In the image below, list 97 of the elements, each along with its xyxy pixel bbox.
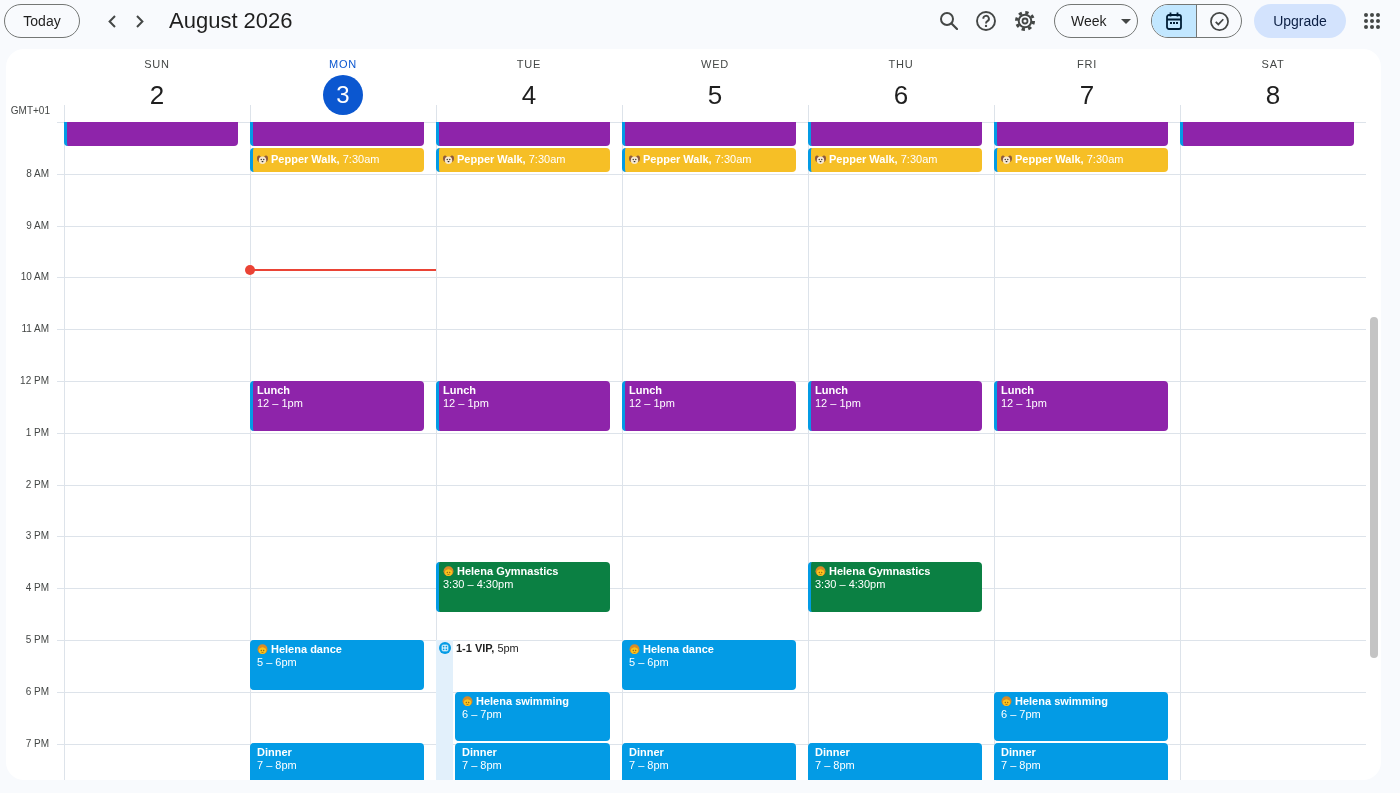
caret-icon	[1120, 18, 1131, 24]
upgrade-button[interactable]: Upgrade	[1254, 4, 1346, 38]
scrollbar-thumb[interactable]	[1370, 317, 1378, 658]
view-toggle-button[interactable]	[1152, 5, 1196, 37]
appointment-label[interactable]: 1-1 VIP, 5pm	[456, 641, 519, 655]
chevron-left-icon[interactable]	[108, 14, 116, 28]
event-card[interactable]: Helena Gymnastics 3:30 – 4:30pm	[436, 562, 610, 612]
event-time: 5 – 6pm	[629, 655, 669, 669]
event-time: 7 – 8pm	[257, 759, 297, 773]
hour-label: 12 PM	[20, 374, 49, 388]
child-face-icon	[443, 566, 454, 578]
event-label: Pepper Walk, 7:30am	[643, 153, 752, 167]
search-icon[interactable]	[940, 12, 958, 30]
day-name: WED	[700, 58, 730, 71]
child-face-icon	[462, 695, 473, 707]
grid-icon	[438, 641, 451, 654]
event-title: Helena dance	[271, 642, 342, 656]
hour-label: 1 PM	[25, 425, 49, 440]
event-label: Pepper Walk, 7:30am	[829, 153, 938, 167]
day-name: SAT	[1261, 58, 1285, 71]
hour-label: 4 PM	[25, 581, 49, 596]
event-time: 12 – 1pm	[1001, 396, 1047, 410]
dog-face-icon	[257, 154, 268, 166]
hour-label: 8 AM	[26, 166, 49, 181]
hour-label: 2 PM	[25, 477, 49, 492]
event-card[interactable]: Lunch 12 – 1pm	[622, 380, 796, 431]
event-title: Lunch	[815, 383, 848, 397]
event-time: 12 – 1pm	[815, 396, 861, 410]
day-number[interactable]: 6	[893, 75, 909, 115]
day-name: TUE	[516, 58, 542, 71]
hour-label: 9 AM	[26, 218, 49, 233]
event-time: 3:30 – 4:30pm	[443, 578, 514, 592]
event-time: 7 – 8pm	[629, 759, 669, 773]
child-face-icon	[257, 643, 268, 655]
event-title: Helena dance	[643, 642, 714, 656]
event-title: Dinner	[257, 746, 292, 760]
day-name: FRI	[1076, 58, 1098, 71]
event-title: Helena swimming	[476, 694, 569, 708]
hour-label: 3 PM	[25, 529, 49, 544]
timezone-label: GMT+01	[10, 105, 50, 117]
hour-label: 6 PM	[25, 684, 49, 699]
event-time: 12 – 1pm	[257, 396, 303, 410]
event-title: Lunch	[443, 383, 476, 397]
event-title: Lunch	[257, 383, 290, 397]
event-card[interactable]: Lunch 12 – 1pm	[436, 380, 610, 431]
day-name: THU	[888, 58, 914, 71]
event-card[interactable]: Lunch 12 – 1pm	[808, 380, 982, 431]
event-title: Lunch	[629, 383, 662, 397]
calendar-icon	[1166, 12, 1182, 30]
apps-grid-icon[interactable]	[1364, 13, 1380, 29]
child-face-icon	[815, 566, 826, 578]
child-face-icon	[629, 643, 640, 655]
month-title: August 2026	[169, 8, 293, 34]
settings-icon[interactable]	[1015, 11, 1035, 31]
day-name: MON	[328, 58, 358, 71]
event-card[interactable]: Helena Gymnastics 3:30 – 4:30pm	[808, 562, 982, 612]
chevron-right-icon[interactable]	[136, 14, 144, 28]
event-title: Helena Gymnastics	[457, 565, 559, 579]
event-label: Pepper Walk, 7:30am	[271, 153, 380, 167]
hour-label: 10 AM	[20, 270, 49, 285]
check-circle-icon	[1209, 11, 1229, 31]
hour-label: 7 PM	[25, 736, 49, 751]
event-time: 12 – 1pm	[443, 396, 489, 410]
dog-face-icon	[629, 154, 640, 166]
event-title: Helena swimming	[1015, 694, 1108, 708]
event-card[interactable]: Lunch 12 – 1pm	[994, 380, 1168, 431]
event-time: 5 – 6pm	[257, 655, 297, 669]
event-label: Pepper Walk, 7:30am	[457, 153, 566, 167]
event-time: 7 – 8pm	[462, 759, 502, 773]
dog-face-icon	[815, 154, 826, 166]
event-time: 7 – 8pm	[1001, 759, 1041, 773]
day-number[interactable]: 4	[521, 75, 537, 115]
event-time: 6 – 7pm	[462, 707, 502, 721]
hour-label: 11 AM	[21, 322, 49, 337]
dog-face-icon	[1001, 154, 1012, 166]
event-title: Lunch	[1001, 383, 1034, 397]
event-time: 3:30 – 4:30pm	[815, 578, 886, 592]
help-icon[interactable]	[976, 11, 996, 31]
day-number[interactable]: 8	[1265, 75, 1281, 115]
event-title: Dinner	[815, 746, 850, 760]
event-title: Dinner	[629, 746, 664, 760]
event-time: 7 – 8pm	[815, 759, 855, 773]
hour-label: 5 PM	[25, 632, 49, 647]
day-number[interactable]: 2	[149, 75, 165, 115]
dog-face-icon	[443, 154, 454, 166]
event-title: Dinner	[462, 746, 497, 760]
event-time: 12 – 1pm	[629, 396, 675, 410]
event-title: Dinner	[1001, 746, 1036, 760]
event-label: Pepper Walk, 7:30am	[1015, 153, 1124, 167]
day-number[interactable]: 3	[323, 75, 363, 115]
day-number[interactable]: 5	[707, 75, 723, 115]
day-name: SUN	[144, 58, 170, 71]
child-face-icon	[1001, 695, 1012, 707]
day-number[interactable]: 7	[1079, 75, 1095, 115]
event-time: 6 – 7pm	[1001, 707, 1041, 721]
event-title: Helena Gymnastics	[829, 565, 931, 579]
event-card[interactable]: Lunch 12 – 1pm	[250, 380, 424, 431]
